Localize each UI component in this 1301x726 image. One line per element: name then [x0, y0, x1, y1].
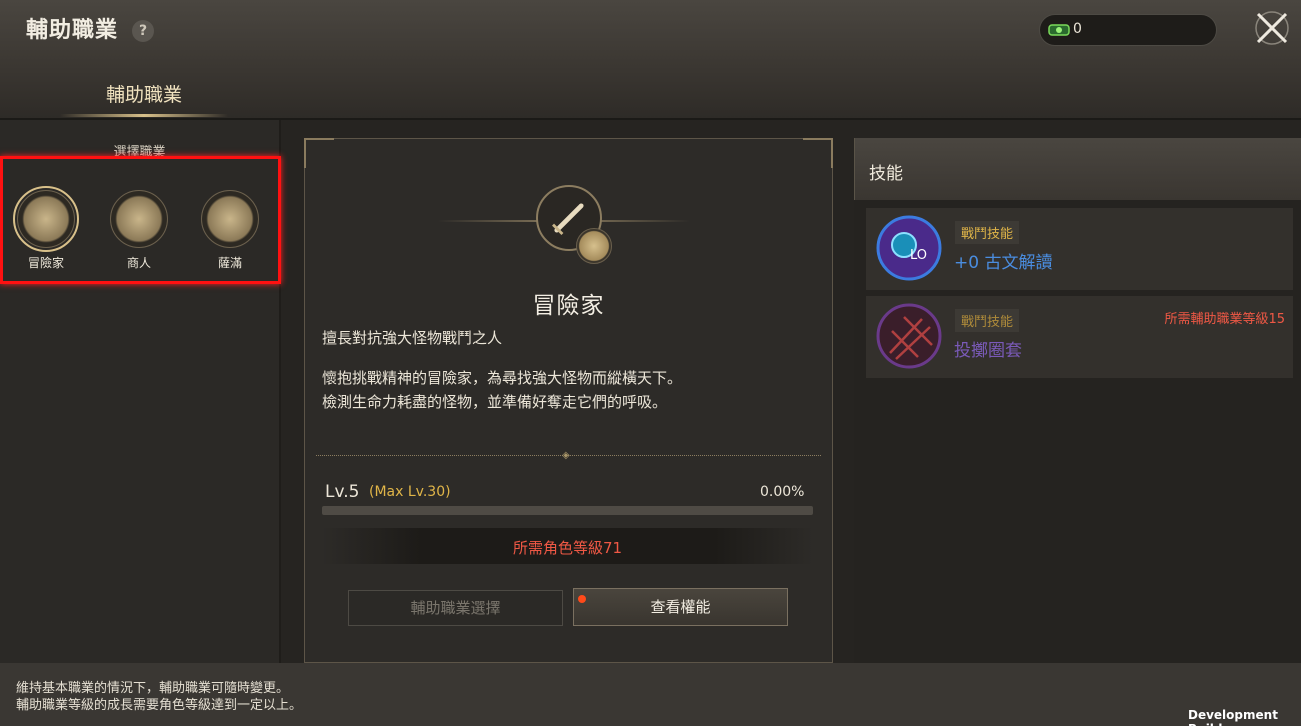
ancient-text-icon: LO — [876, 215, 942, 281]
desc-line: 懷抱挑戰精神的冒險家，為尋找強大怪物而縱橫天下。 — [322, 369, 683, 387]
ornament-corner — [304, 138, 334, 168]
green-gem-icon — [1048, 24, 1070, 36]
page-title: 輔助職業 — [26, 18, 119, 43]
job-tagline: 擅長對抗強大怪物戰鬥之人 — [322, 329, 503, 347]
footer-text: 維持基本職業的情況下，輔助職業可隨時變更。 輔助職業等級的成長需要角色等級達到一… — [16, 680, 302, 714]
tab-active-indicator — [60, 114, 228, 117]
job-description: 懷抱挑戰精神的冒險家，為尋找強大怪物而縱橫天下。 檢測生命力耗盡的怪物，並準備好… — [322, 366, 682, 414]
tab-subjob[interactable]: 輔助職業 — [98, 80, 190, 110]
view-abilities-button[interactable]: 查看權能 — [573, 588, 788, 626]
diamond-ornament-icon: ◈ — [562, 450, 570, 461]
selection-highlight — [0, 156, 281, 284]
requirement-text: 所需角色等級71 — [512, 539, 623, 557]
svg-text:LO: LO — [910, 248, 927, 263]
skill-tag: 戰鬥技能 — [955, 309, 1020, 332]
exp-percent: 0.00% — [760, 484, 805, 500]
skill-name: +0 古文解讀 — [954, 253, 1053, 273]
desc-line: 檢測生命力耗盡的怪物，並準備好奪走它們的呼吸。 — [322, 393, 668, 411]
exp-bar — [322, 506, 813, 515]
skill-item[interactable]: LO 戰鬥技能 +0 古文解讀 — [866, 208, 1293, 290]
skill-name: 投擲圈套 — [954, 341, 1022, 361]
job-name: 冒險家 — [532, 293, 605, 319]
ornament-corner — [803, 138, 833, 168]
job-level: Lv.5 — [325, 482, 360, 502]
skill-requirement: 所需輔助職業等級15 — [1164, 312, 1285, 327]
currency-display: 0 — [1039, 14, 1217, 46]
development-build-label: Development Build — [1188, 708, 1278, 726]
select-subjob-button[interactable]: 輔助職業選擇 — [348, 590, 563, 626]
max-level: (Max Lv.30) — [369, 484, 451, 500]
skills-header — [854, 138, 1301, 200]
currency-value: 0 — [1073, 21, 1082, 37]
skills-title: 技能 — [869, 164, 903, 184]
notification-dot — [578, 595, 586, 603]
net-trap-icon — [876, 303, 942, 369]
skill-tag: 戰鬥技能 — [955, 221, 1020, 244]
footer-line: 維持基本職業的情況下，輔助職業可隨時變更。 — [16, 681, 290, 696]
compass-icon — [576, 228, 612, 264]
close-icon[interactable] — [1252, 8, 1292, 48]
footer-line: 輔助職業等級的成長需要角色等級達到一定以上。 — [16, 698, 303, 713]
help-icon[interactable]: ? — [132, 20, 154, 42]
skill-item[interactable]: 戰鬥技能 投擲圈套 所需輔助職業等級15 — [866, 296, 1293, 378]
